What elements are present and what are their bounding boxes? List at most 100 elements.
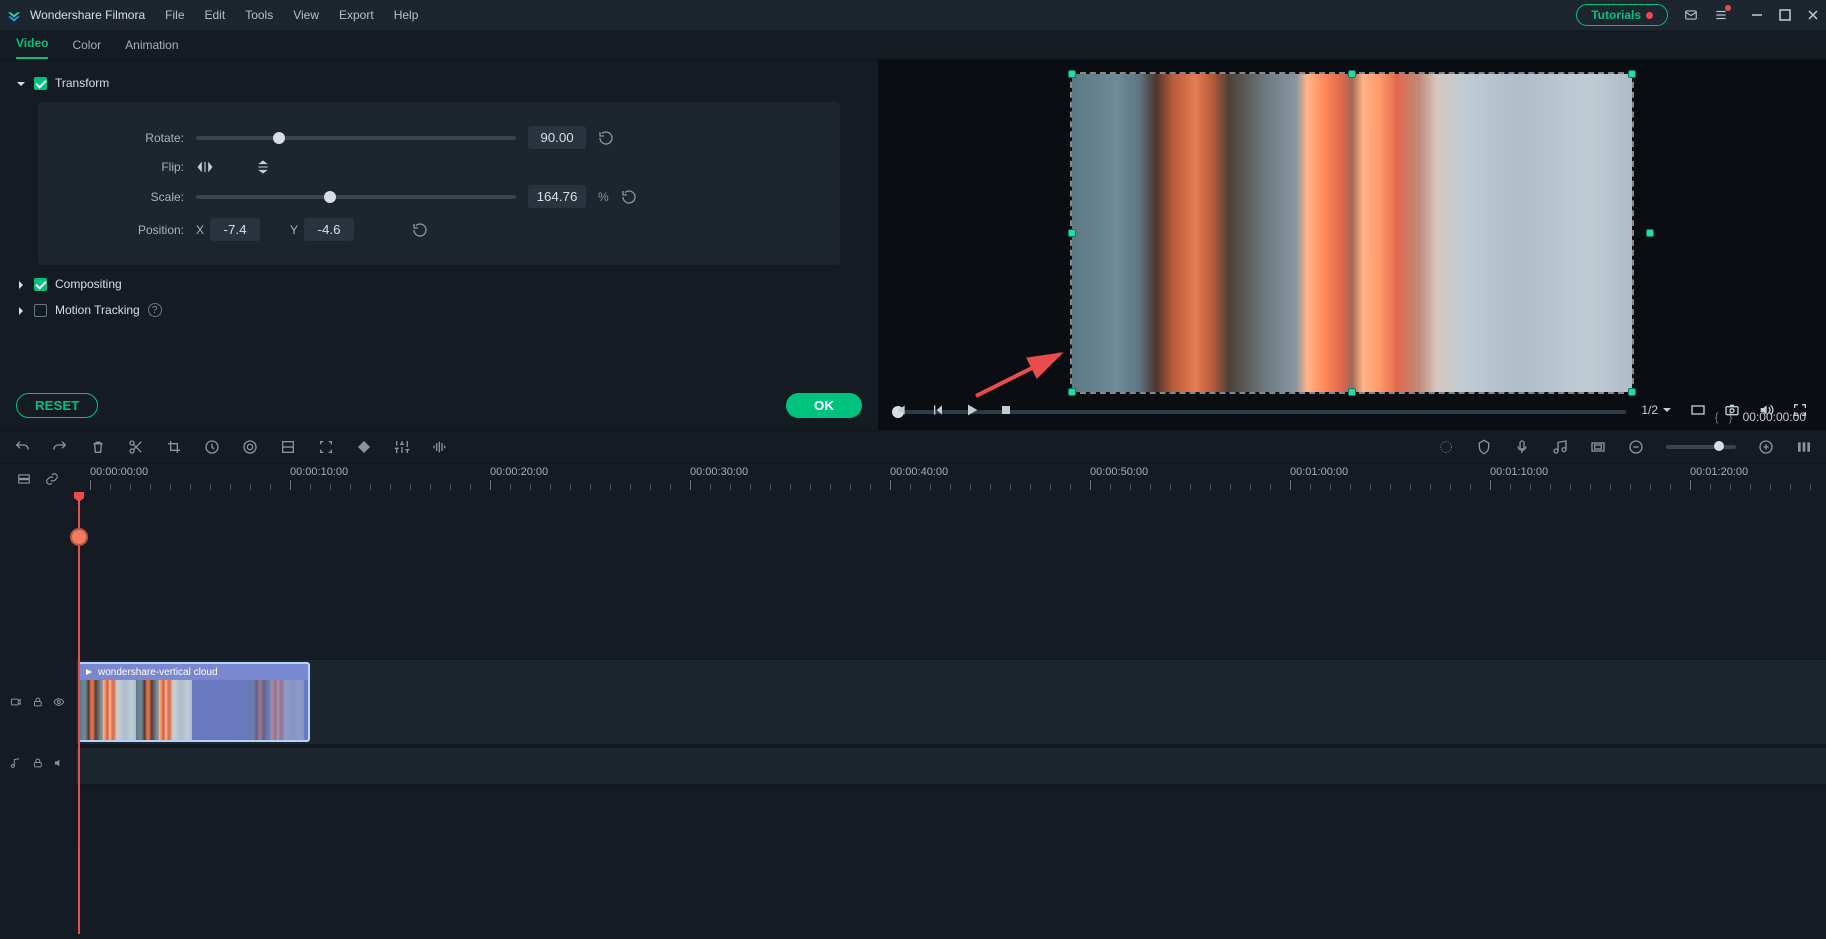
motion-tracking-checkbox[interactable] [34,304,47,317]
help-icon[interactable]: ? [148,303,162,317]
prev-frame-icon[interactable] [930,402,946,418]
marker-dot-icon[interactable] [70,528,88,546]
resize-handle-icon[interactable] [1068,70,1076,78]
ruler-time-label: 00:00:30:00 [690,466,748,478]
link-icon[interactable] [45,472,59,486]
rotate-slider[interactable] [196,136,516,140]
record-icon[interactable] [1514,439,1530,455]
menu-tools[interactable]: Tools [245,8,273,22]
ruler-time-label: 00:00:50:00 [1090,466,1148,478]
transform-checkbox[interactable] [34,77,47,90]
motion-tracking-label: Motion Tracking [55,303,140,317]
menu-view[interactable]: View [293,8,319,22]
keyframe-icon[interactable] [356,439,372,455]
motion-tracking-section-header[interactable]: Motion Tracking ? [16,297,862,323]
main-menu: File Edit Tools View Export Help [165,8,418,22]
caret-right-icon [16,305,26,315]
ruler-time-label: 00:00:00:00 [90,466,148,478]
track-visible-icon[interactable] [53,696,65,708]
transform-section-header[interactable]: Transform [16,70,862,96]
track-video-icon [10,696,22,708]
video-clip[interactable]: wondershare-vertical cloud [78,662,310,742]
green-screen-icon[interactable] [280,439,296,455]
crop-zoom-icon[interactable] [318,439,334,455]
track-audio-icon [10,757,22,769]
reset-rotate-icon[interactable] [598,130,614,146]
track-lock-icon[interactable] [32,757,44,769]
scale-slider[interactable] [196,195,516,199]
list-icon[interactable] [1714,8,1728,22]
video-track[interactable]: wondershare-vertical cloud [76,660,1826,744]
track-mute-icon[interactable] [53,757,65,769]
compositing-section-header[interactable]: Compositing [16,271,862,297]
music-icon[interactable] [1552,439,1568,455]
playhead[interactable] [78,494,80,934]
crop-icon[interactable] [166,439,182,455]
menu-edit[interactable]: Edit [205,8,226,22]
resize-handle-icon[interactable] [1628,70,1636,78]
play-icon[interactable] [964,402,980,418]
fullscreen-icon[interactable] [1792,402,1808,418]
zoom-out-icon[interactable] [1628,439,1644,455]
menu-file[interactable]: File [165,8,184,22]
pos-y-label: Y [290,223,298,237]
zoom-in-icon[interactable] [1758,439,1774,455]
preview-canvas[interactable] [1072,74,1632,392]
minimize-icon[interactable] [1750,8,1764,22]
reset-position-icon[interactable] [412,222,428,238]
resize-handle-icon[interactable] [1348,70,1356,78]
pos-x-input[interactable] [210,218,260,241]
color-icon[interactable] [242,439,258,455]
snapshot-icon[interactable] [1724,402,1740,418]
preview-quality-dropdown[interactable]: 1/2 [1641,403,1672,417]
volume-icon[interactable] [896,402,912,418]
resize-handle-icon[interactable] [1348,388,1356,396]
speed-icon[interactable] [204,439,220,455]
audio-track[interactable] [76,748,1826,784]
tab-video[interactable]: Video [16,36,48,59]
marker-icon[interactable] [1476,439,1492,455]
tab-color[interactable]: Color [72,38,101,59]
reset-scale-icon[interactable] [621,189,637,205]
mail-icon[interactable] [1684,8,1698,22]
ruler-time-label: 00:00:20:00 [490,466,548,478]
tutorials-button[interactable]: Tutorials [1576,4,1668,26]
audio-mix-icon[interactable] [432,439,448,455]
delete-icon[interactable] [90,439,106,455]
aspect-icon[interactable] [1690,402,1706,418]
flip-vertical-icon[interactable] [254,159,272,175]
track-lock-icon[interactable] [32,696,44,708]
caret-down-icon [16,78,26,88]
undo-icon[interactable] [14,439,30,455]
zoom-slider[interactable] [1666,445,1736,449]
ok-button[interactable]: OK [786,393,862,418]
ratio-icon[interactable] [1590,439,1606,455]
track-view-icon[interactable] [17,472,31,486]
compositing-checkbox[interactable] [34,278,47,291]
audio-icon[interactable] [1758,402,1774,418]
reset-button[interactable]: RESET [16,393,98,418]
close-icon[interactable] [1806,8,1820,22]
flip-horizontal-icon[interactable] [196,159,214,175]
redo-icon[interactable] [52,439,68,455]
pos-y-input[interactable] [304,218,354,241]
resize-handle-icon[interactable] [1068,388,1076,396]
menu-export[interactable]: Export [339,8,374,22]
render-icon[interactable] [1438,439,1454,455]
clip-name: wondershare-vertical cloud [98,667,218,678]
stop-icon[interactable] [998,402,1014,418]
resize-handle-icon[interactable] [1628,388,1636,396]
ruler-time-label: 00:01:20:00 [1690,466,1748,478]
tab-animation[interactable]: Animation [125,38,178,59]
resize-handle-icon[interactable] [1068,229,1076,237]
settings-icon[interactable] [394,439,410,455]
rotate-value-input[interactable] [528,126,586,149]
scale-value-input[interactable] [528,185,586,208]
menu-help[interactable]: Help [394,8,419,22]
zoom-fit-icon[interactable] [1796,439,1812,455]
rotate-label: Rotate: [56,131,184,145]
split-icon[interactable] [128,439,144,455]
timeline-ruler[interactable]: 00:00:00:0000:00:10:0000:00:20:0000:00:3… [76,464,1826,494]
resize-handle-icon[interactable] [1646,229,1654,237]
maximize-icon[interactable] [1778,8,1792,22]
